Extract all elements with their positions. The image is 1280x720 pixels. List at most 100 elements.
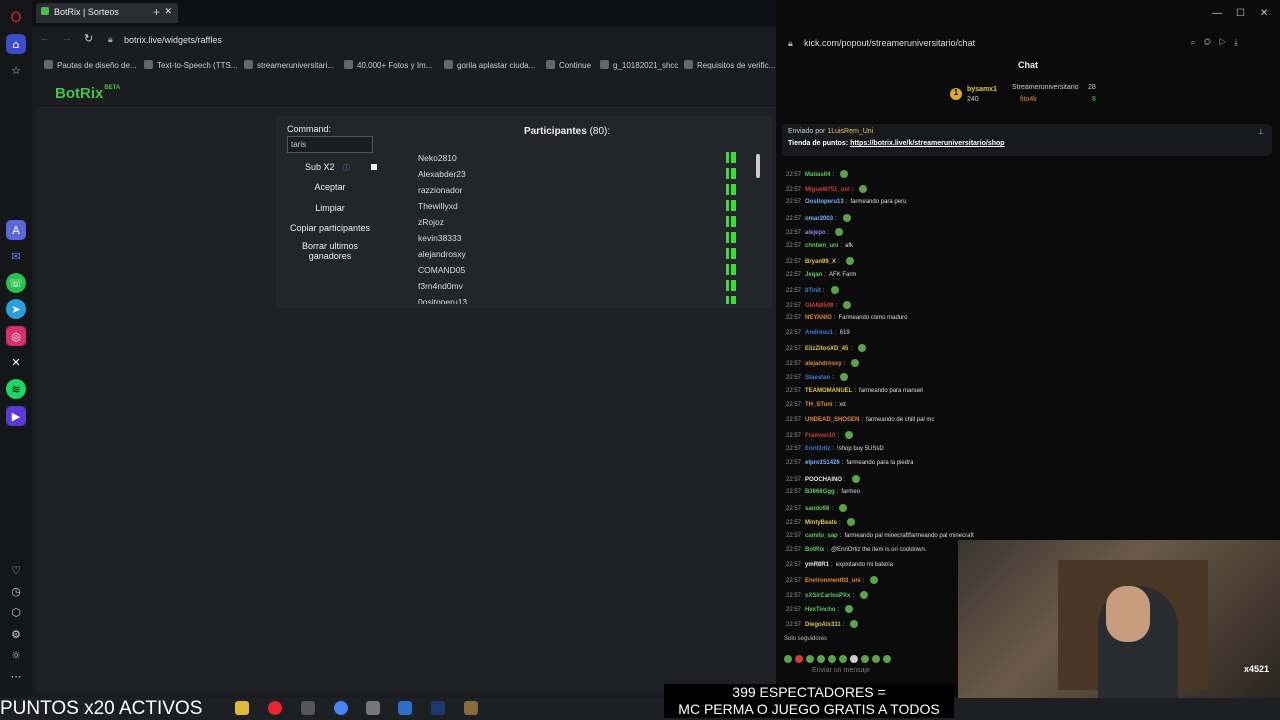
- kick-icon: [726, 232, 736, 243]
- message-user[interactable]: Staestan: [805, 375, 830, 381]
- opera-taskbar-icon[interactable]: [268, 701, 282, 715]
- star-icon[interactable]: ☆: [6, 60, 26, 80]
- close-window-icon[interactable]: ✕: [1260, 8, 1268, 19]
- clear-button[interactable]: Limpiar: [285, 203, 375, 213]
- player-icon[interactable]: ▶: [6, 406, 26, 426]
- message-user[interactable]: HexTincho: [805, 607, 836, 613]
- minecraft-icon[interactable]: [464, 701, 478, 715]
- message-user[interactable]: ymR8R1: [805, 562, 829, 568]
- steam-icon[interactable]: [431, 701, 445, 715]
- copy-participants-button[interactable]: Copiar participantes: [285, 223, 375, 233]
- message-user[interactable]: B3666Ggg: [805, 489, 835, 495]
- message-time: 22:57: [786, 489, 802, 495]
- message-user[interactable]: alejepo: [805, 230, 826, 236]
- bookmark-item[interactable]: Pautas de diseño de...: [44, 60, 137, 70]
- settings-icon[interactable]: ⚙: [6, 624, 26, 644]
- lightbulb-icon[interactable]: ☼: [6, 645, 26, 665]
- message-user[interactable]: POOCHAINO: [805, 477, 842, 483]
- app-icon[interactable]: [366, 701, 380, 715]
- message-user[interactable]: chntwn_uni: [805, 243, 838, 249]
- bookmark-item[interactable]: 40.000+ Fotos y Im...: [344, 60, 432, 70]
- forward-icon[interactable]: →: [62, 33, 72, 44]
- back-icon[interactable]: ←: [40, 33, 50, 44]
- message-user[interactable]: UNDEAD_SHOSEN: [805, 417, 859, 423]
- chat-url-bar[interactable]: 🔒︎ kick.com/popout/streameruniversitario…: [786, 34, 1256, 52]
- message-text: !shop buy 5USsD: [837, 445, 884, 452]
- new-tab-icon[interactable]: +: [153, 5, 160, 19]
- message-user[interactable]: Miguel8751_uni: [805, 187, 850, 193]
- botrix-logo[interactable]: BotRixBETA: [55, 85, 120, 102]
- url-actions-icon[interactable]: ⌕◎▷⤓: [1191, 37, 1246, 48]
- whatsapp-icon[interactable]: ☏: [6, 273, 26, 293]
- aria-icon[interactable]: A: [6, 220, 26, 240]
- message-user[interactable]: 8Tinit: [805, 288, 821, 294]
- message-user[interactable]: DiegoAlx311: [805, 622, 841, 628]
- opera-logo-icon[interactable]: O: [6, 8, 26, 28]
- bookmark-item[interactable]: gorila aplastar ciuda...: [444, 60, 535, 70]
- points-overlay: PUNTOS x20 ACTIVOS: [0, 698, 203, 719]
- message-user[interactable]: omar2003: [805, 216, 833, 222]
- message-user[interactable]: Matias04: [805, 172, 830, 178]
- file-explorer-icon[interactable]: [235, 701, 249, 715]
- bookmark-item[interactable]: Requisitos de verific...: [684, 60, 775, 70]
- heart-icon[interactable]: ♡: [6, 560, 26, 580]
- home-icon[interactable]: ⌂: [6, 34, 26, 54]
- chrome-icon[interactable]: [334, 701, 348, 715]
- app-icon[interactable]: [301, 701, 315, 715]
- message-user[interactable]: BotRix: [805, 547, 824, 553]
- bookmark-icon: [600, 60, 609, 69]
- message-text: farmeando de chill pal mc: [866, 416, 935, 423]
- history-icon[interactable]: ◷: [6, 581, 26, 601]
- message-time: 22:57: [786, 621, 802, 628]
- message-user[interactable]: xXSirCarlosPXx: [805, 593, 850, 599]
- message-user[interactable]: EnriOrtiz: [805, 446, 830, 452]
- bookmark-item[interactable]: Continue: [546, 60, 591, 70]
- sub-checkbox[interactable]: [371, 164, 377, 170]
- message-text: AFK Farm: [829, 271, 857, 278]
- sub-x2-toggle[interactable]: Sub X2 ⓘ: [285, 162, 377, 174]
- url-input[interactable]: 🔒︎ botrix.live/widgets/raffles: [102, 30, 762, 50]
- vscode-icon[interactable]: [398, 701, 412, 715]
- message-user[interactable]: elpro151426: [805, 460, 840, 466]
- message-user[interactable]: Jeqan: [805, 272, 822, 278]
- bookmark-icon: [344, 60, 353, 69]
- message-user[interactable]: Framver10: [805, 433, 835, 439]
- message-user[interactable]: MintyBeats: [805, 520, 837, 526]
- pin-icon[interactable]: ⊥: [1258, 128, 1264, 136]
- emote-icon: [845, 431, 854, 439]
- chat-message-input[interactable]: Enviar un mensaje: [784, 664, 954, 680]
- command-input[interactable]: taris: [287, 136, 373, 153]
- minimize-icon[interactable]: —: [1212, 8, 1222, 19]
- message-user[interactable]: NEYANIO: [805, 315, 832, 321]
- emote-bar[interactable]: [784, 648, 934, 663]
- message-user[interactable]: Oositoperu13: [805, 199, 844, 205]
- telegram-icon[interactable]: ➤: [6, 299, 26, 319]
- kick-icon: [726, 296, 736, 304]
- reload-icon[interactable]: ↻: [84, 32, 93, 45]
- message-user[interactable]: GIAN8509: [805, 303, 833, 309]
- clear-winners-button[interactable]: Borrar ultimos ganadores: [285, 241, 375, 261]
- message-user[interactable]: TEAMOMANUEL: [805, 388, 852, 394]
- messenger-icon[interactable]: ✉: [6, 246, 26, 266]
- extensions-icon[interactable]: ⬡: [6, 602, 26, 622]
- bookmark-item[interactable]: g_10182021_shcc: [600, 60, 678, 70]
- close-tab-icon[interactable]: ✕: [164, 6, 172, 17]
- message-user[interactable]: sando98: [805, 506, 829, 512]
- bookmark-item[interactable]: streameruniversitari...: [244, 60, 334, 70]
- x-icon[interactable]: ✕: [6, 352, 26, 372]
- message-user[interactable]: Bryan98_X: [805, 259, 836, 265]
- message-user[interactable]: alejandrosxy: [805, 361, 842, 367]
- message-user[interactable]: camilo_sap: [805, 533, 838, 539]
- bookmark-item[interactable]: Text-to-Speech (TTS...: [144, 60, 237, 70]
- message-user[interactable]: Andreuu1: [805, 330, 833, 336]
- shop-link[interactable]: https://botrix.live/k/streameruniversita…: [850, 140, 1004, 147]
- accept-button[interactable]: Aceptar: [285, 182, 375, 192]
- message-user[interactable]: Environment03_uni: [805, 578, 861, 584]
- participants-scrollbar[interactable]: [756, 154, 760, 178]
- maximize-icon[interactable]: ☐: [1236, 8, 1245, 19]
- message-user[interactable]: TH_STuni: [805, 402, 833, 408]
- more-icon[interactable]: ⋯: [6, 666, 26, 686]
- message-user[interactable]: ElizZitooXD_45: [805, 346, 848, 352]
- instagram-icon[interactable]: ◎: [6, 326, 26, 346]
- spotify-icon[interactable]: ≋: [6, 379, 26, 399]
